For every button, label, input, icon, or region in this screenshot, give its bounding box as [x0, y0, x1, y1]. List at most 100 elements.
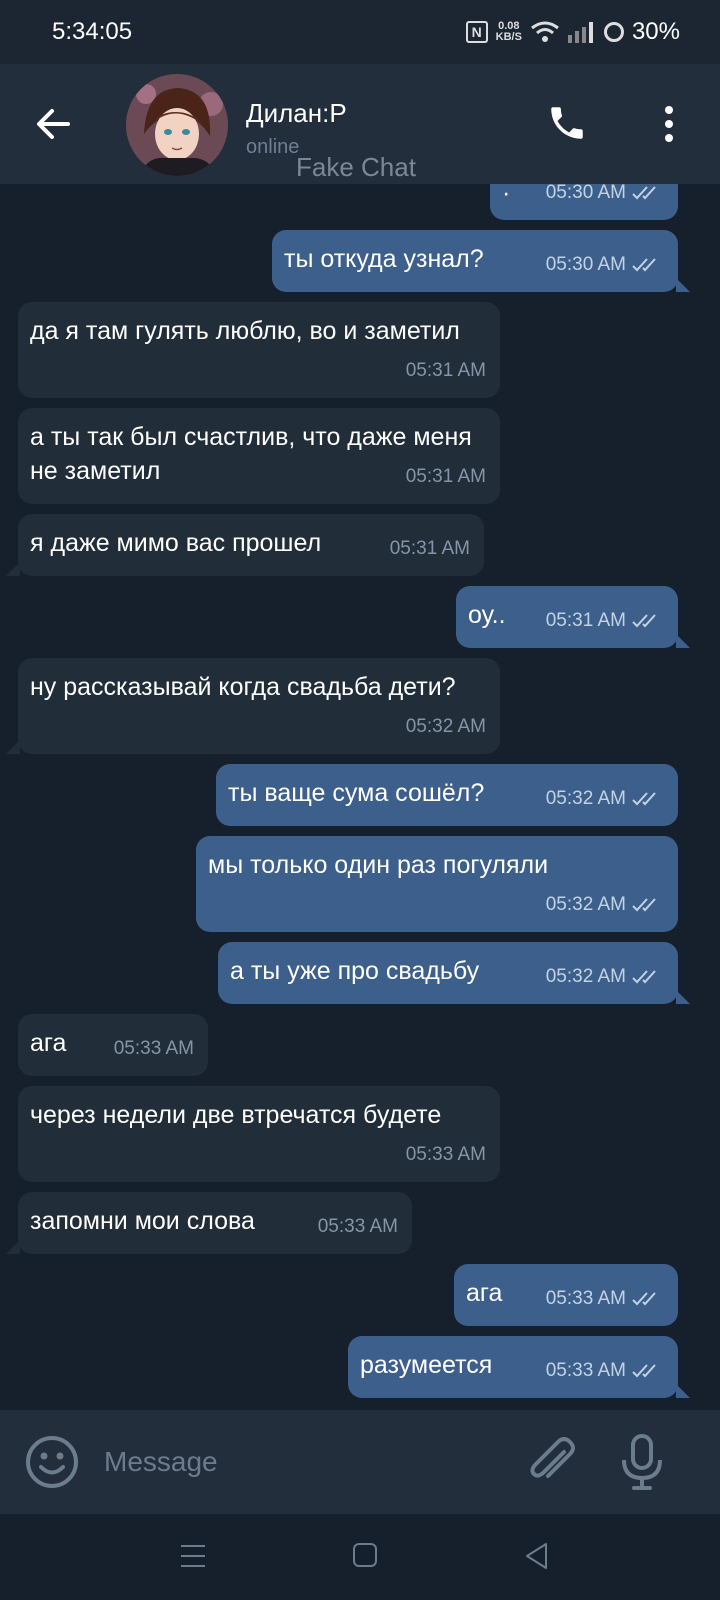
- bubble-tail: [6, 562, 20, 576]
- message-meta: 05:31 AM: [390, 532, 470, 566]
- message-time: 05:32 AM: [545, 966, 626, 987]
- battery-level: 30%: [631, 18, 680, 45]
- avatar[interactable]: [126, 74, 228, 176]
- message-time: 05:33 AM: [545, 1288, 626, 1309]
- message-meta: 05:32 AM: [546, 782, 664, 816]
- message-text: ты откуда узнал?: [284, 245, 484, 273]
- chat-name[interactable]: Дилан:Р: [246, 98, 347, 129]
- message-bubble-outgoing[interactable]: разумеется 05:33 AM: [348, 1336, 690, 1398]
- message-input[interactable]: [102, 1436, 486, 1488]
- message-text: да я там гулять люблю, во и заметил: [30, 317, 460, 345]
- message-list[interactable]: · 05:30 AM ты откуда узнал? 05:30 AM да …: [0, 184, 720, 1410]
- message-bubble-incoming[interactable]: ага 05:33 AM: [18, 1014, 208, 1076]
- message-text: через недели две втречатся будете: [30, 1101, 442, 1129]
- message-meta: 05:31 AM: [546, 604, 664, 638]
- message-time: 05:31 AM: [545, 610, 626, 631]
- bubble-tail: [6, 1240, 20, 1254]
- message-meta: 05:32 AM: [546, 888, 664, 922]
- message-time: 05:33 AM: [317, 1216, 398, 1237]
- message-bubble-incoming[interactable]: ну рассказывай когда свадьба дети? 05:32…: [6, 658, 500, 754]
- message-text: а ты уже про свадьбу: [230, 957, 480, 985]
- battery-icon: [603, 22, 624, 42]
- message-meta: 05:30 AM: [546, 184, 664, 210]
- message-text: ага: [466, 1279, 503, 1307]
- message-meta: 05:33 AM: [406, 1138, 486, 1172]
- double-check-icon: [632, 1364, 656, 1378]
- bubble-tail: [676, 278, 690, 292]
- paperclip-icon[interactable]: [524, 1434, 580, 1490]
- message-bubble-outgoing[interactable]: · 05:30 AM: [490, 184, 678, 220]
- more-vertical-icon[interactable]: [662, 104, 676, 144]
- chat-status: online: [246, 136, 300, 158]
- signal-icon: [567, 22, 593, 43]
- message-text: ага: [30, 1029, 67, 1057]
- chat-header: Дилан:Р online Fake Chat: [0, 64, 720, 184]
- message-text: я даже мимо вас прошел: [30, 529, 322, 557]
- message-time: 05:32 AM: [405, 716, 486, 737]
- message-time: 05:33 AM: [113, 1038, 194, 1059]
- message-bubble-outgoing[interactable]: ага 05:33 AM: [454, 1264, 678, 1326]
- bubble-tail: [6, 740, 20, 754]
- message-text: запомни мои слова: [30, 1207, 255, 1235]
- message-text: ну рассказывай когда свадьба дети?: [30, 673, 456, 701]
- message-time: 05:31 AM: [389, 538, 470, 559]
- message-bubble-outgoing[interactable]: ты откуда узнал? 05:30 AM: [272, 230, 690, 292]
- message-text: ·: [502, 184, 511, 207]
- message-meta: 05:30 AM: [546, 248, 664, 282]
- message-composer: [0, 1410, 720, 1514]
- message-time: 05:31 AM: [405, 360, 486, 381]
- message-time: 05:30 AM: [545, 254, 626, 275]
- back-triangle-icon[interactable]: [524, 1542, 550, 1570]
- message-meta: 05:33 AM: [318, 1210, 398, 1244]
- message-text: мы только один раз погуляли: [208, 851, 549, 879]
- message-text: разумеется: [360, 1351, 493, 1379]
- double-check-icon: [632, 792, 656, 806]
- back-arrow-icon[interactable]: [30, 100, 78, 148]
- status-bar: 5:34:05 N 0.08 KB/S 30%: [0, 0, 720, 64]
- message-bubble-incoming[interactable]: да я там гулять люблю, во и заметил 05:3…: [18, 302, 500, 398]
- message-bubble-outgoing[interactable]: ты ваще сума сошёл? 05:32 AM: [216, 764, 678, 826]
- message-meta: 05:32 AM: [546, 960, 664, 994]
- message-time: 05:31 AM: [405, 466, 486, 487]
- message-text: ты ваще сума сошёл?: [228, 779, 485, 807]
- status-time: 5:34:05: [52, 18, 133, 45]
- double-check-icon: [632, 258, 656, 272]
- message-time: 05:33 AM: [405, 1144, 486, 1165]
- message-bubble-outgoing[interactable]: а ты уже про свадьбу 05:32 AM: [218, 942, 690, 1004]
- double-check-icon: [632, 1292, 656, 1306]
- system-navigation-bar: [0, 1514, 720, 1600]
- double-check-icon: [632, 614, 656, 628]
- message-bubble-incoming[interactable]: а ты так был счастлив, что даже меня не …: [18, 408, 500, 504]
- double-check-icon: [632, 970, 656, 984]
- message-bubble-outgoing[interactable]: оу.. 05:31 AM: [456, 586, 690, 648]
- status-icons: N 0.08 KB/S 30%: [465, 18, 680, 46]
- message-bubble-incoming[interactable]: я даже мимо вас прошел 05:31 AM: [6, 514, 484, 576]
- message-bubble-incoming[interactable]: запомни мои слова 05:33 AM: [6, 1192, 412, 1254]
- recent-apps-icon[interactable]: [180, 1544, 206, 1568]
- microphone-icon[interactable]: [614, 1432, 670, 1492]
- emoji-icon[interactable]: [24, 1434, 80, 1490]
- nfc-icon: N: [465, 21, 488, 43]
- message-meta: 05:31 AM: [406, 460, 486, 494]
- message-time: 05:32 AM: [545, 788, 626, 809]
- message-time: 05:33 AM: [545, 1360, 626, 1381]
- message-meta: 05:33 AM: [114, 1032, 194, 1066]
- message-meta: 05:33 AM: [546, 1282, 664, 1316]
- message-bubble-incoming[interactable]: через недели две втречатся будете 05:33 …: [18, 1086, 500, 1182]
- message-meta: 05:31 AM: [406, 354, 486, 388]
- wifi-icon: [531, 21, 559, 42]
- double-check-icon: [632, 186, 656, 200]
- bubble-tail: [676, 1384, 690, 1398]
- net-speed: 0.08 KB/S: [495, 20, 522, 43]
- phone-icon[interactable]: [546, 102, 588, 144]
- message-time: 05:30 AM: [545, 184, 626, 203]
- bubble-tail: [676, 634, 690, 648]
- message-bubble-outgoing[interactable]: мы только один раз погуляли 05:32 AM: [196, 836, 678, 932]
- message-meta: 05:32 AM: [406, 710, 486, 744]
- double-check-icon: [632, 898, 656, 912]
- message-text: оу..: [468, 601, 506, 629]
- home-icon[interactable]: [352, 1542, 378, 1568]
- bubble-tail: [676, 990, 690, 1004]
- watermark: Fake Chat: [296, 152, 416, 182]
- message-time: 05:32 AM: [545, 894, 626, 915]
